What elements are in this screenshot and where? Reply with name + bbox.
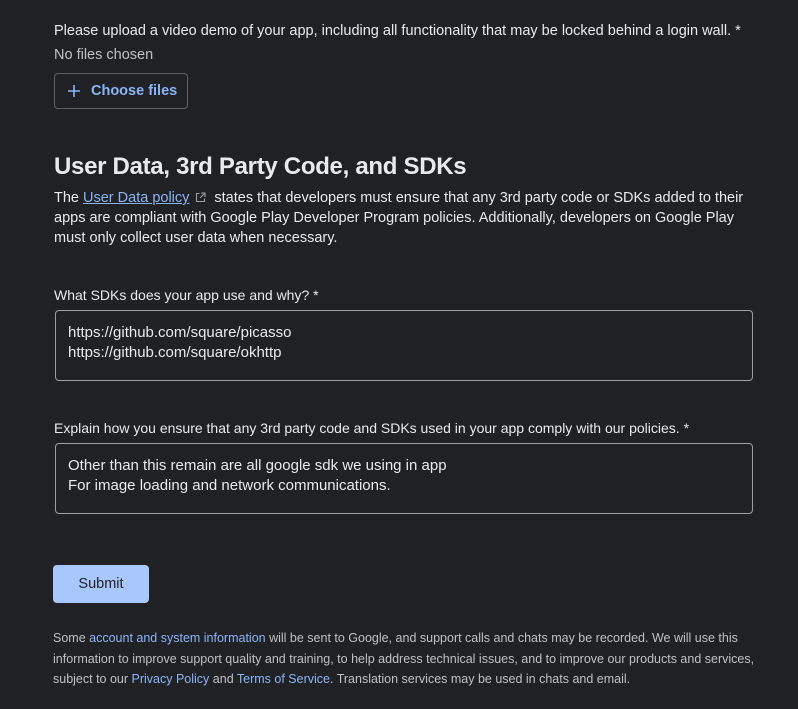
section-description: The User Data policy states that develope… — [54, 188, 744, 248]
terms-of-service-link[interactable]: Terms of Service — [237, 672, 330, 686]
desc-prefix: The — [54, 190, 84, 206]
choose-files-button[interactable]: Choose files — [54, 73, 188, 109]
footer-text: . Translation services may be used in ch… — [329, 672, 631, 686]
answer-line: https://github.com/square/okhttp — [68, 344, 282, 361]
compliance-question-label: Explain how you ensure that any 3rd part… — [54, 420, 690, 436]
user-data-policy-link[interactable]: User Data policy — [83, 190, 189, 206]
submit-button[interactable]: Submit — [53, 565, 149, 603]
footer-text: and — [209, 672, 237, 686]
answer-line: For image loading and network communicat… — [68, 477, 391, 494]
choose-files-label: Choose files — [91, 83, 178, 99]
answer-line: https://github.com/square/picasso — [68, 324, 292, 341]
answer-line: Other than this remain are all google sd… — [68, 457, 447, 474]
sdk-question-label: What SDKs does your app use and why? * — [54, 287, 319, 303]
upload-status: No files chosen — [54, 47, 154, 63]
account-info-link[interactable]: account and system information — [89, 631, 265, 645]
upload-prompt: Please upload a video demo of your app, … — [54, 23, 741, 39]
external-link-icon — [196, 192, 206, 203]
privacy-policy-link[interactable]: Privacy Policy — [132, 672, 210, 686]
footer-text: Some — [53, 631, 90, 645]
sdk-answer-textarea[interactable]: https://github.com/square/picasso https:… — [55, 310, 753, 381]
compliance-answer-textarea[interactable]: Other than this remain are all google sd… — [55, 443, 753, 514]
plus-icon — [68, 85, 80, 97]
privacy-footer: Some account and system information will… — [53, 628, 763, 690]
section-title: User Data, 3rd Party Code, and SDKs — [54, 153, 467, 180]
